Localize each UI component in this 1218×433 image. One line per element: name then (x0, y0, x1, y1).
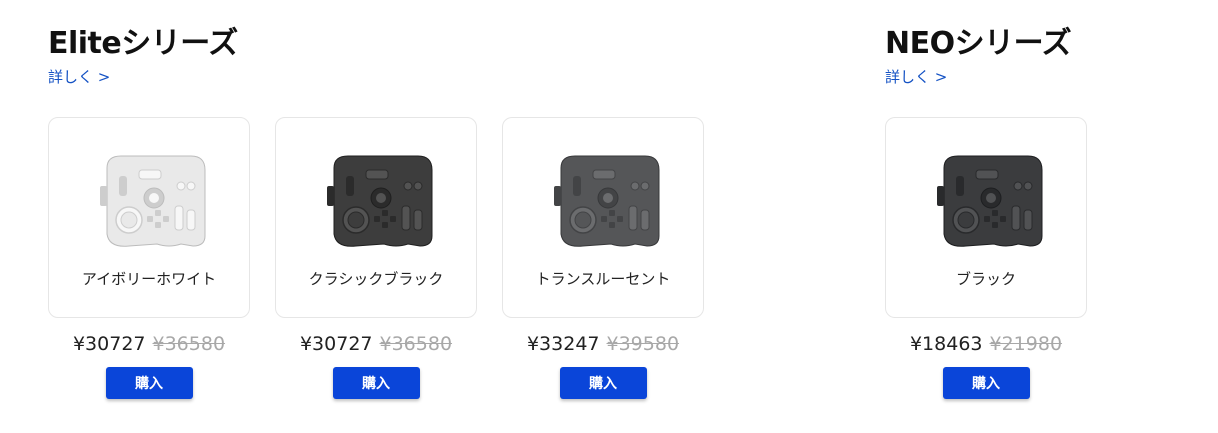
product-item: ブラック ¥18463 ¥21980 購入 (885, 117, 1087, 399)
sale-price: ¥30727 (299, 333, 373, 355)
product-name: アイボリーホワイト (81, 270, 217, 288)
original-price: ¥36580 (152, 333, 226, 355)
buy-button[interactable]: 購入 (332, 367, 420, 399)
buy-button[interactable]: 購入 (942, 367, 1030, 399)
product-name: クラシックブラック (308, 270, 444, 288)
neo-series-section: NEOシリーズ 詳しく > ブラック ¥18463 ¥21980 購入 (885, 26, 1087, 399)
product-item: トランスルーセント ¥33247 ¥39580 購入 (502, 117, 704, 399)
original-price: ¥36580 (379, 333, 453, 355)
product-image (554, 155, 660, 247)
product-card[interactable]: トランスルーセント (502, 117, 704, 318)
price-row: ¥18463 ¥21980 (910, 331, 1062, 357)
sale-price: ¥33247 (526, 333, 600, 355)
series-title-elite: Eliteシリーズ (48, 26, 238, 61)
original-price: ¥39580 (606, 333, 680, 355)
sale-price: ¥18463 (909, 333, 983, 355)
product-image (937, 155, 1043, 247)
price-row: ¥30727 ¥36580 (300, 331, 452, 357)
product-name: ブラック (955, 270, 1016, 288)
elite-series-section: Eliteシリーズ 詳しく > アイボリーホワイト ¥30727 ¥36580 購… (48, 26, 704, 399)
product-card[interactable]: クラシックブラック (275, 117, 477, 318)
series-title-neo: NEOシリーズ (885, 26, 1072, 61)
product-image (327, 155, 433, 247)
buy-button[interactable]: 購入 (105, 367, 193, 399)
product-item: アイボリーホワイト ¥30727 ¥36580 購入 (48, 117, 250, 399)
price-row: ¥30727 ¥36580 (73, 331, 225, 357)
original-price: ¥21980 (989, 333, 1063, 355)
product-image (100, 155, 206, 247)
product-list-neo: ブラック ¥18463 ¥21980 購入 (885, 117, 1087, 399)
product-item: クラシックブラック ¥30727 ¥36580 購入 (275, 117, 477, 399)
price-row: ¥33247 ¥39580 (527, 331, 679, 357)
details-link-neo[interactable]: 詳しく > (885, 68, 947, 86)
buy-button[interactable]: 購入 (559, 367, 647, 399)
product-card[interactable]: ブラック (885, 117, 1087, 318)
product-name: トランスルーセント (535, 270, 671, 288)
product-card[interactable]: アイボリーホワイト (48, 117, 250, 318)
product-list-elite: アイボリーホワイト ¥30727 ¥36580 購入 クラシックブラック ¥307… (48, 117, 704, 399)
details-link-elite[interactable]: 詳しく > (48, 68, 110, 86)
sale-price: ¥30727 (72, 333, 146, 355)
